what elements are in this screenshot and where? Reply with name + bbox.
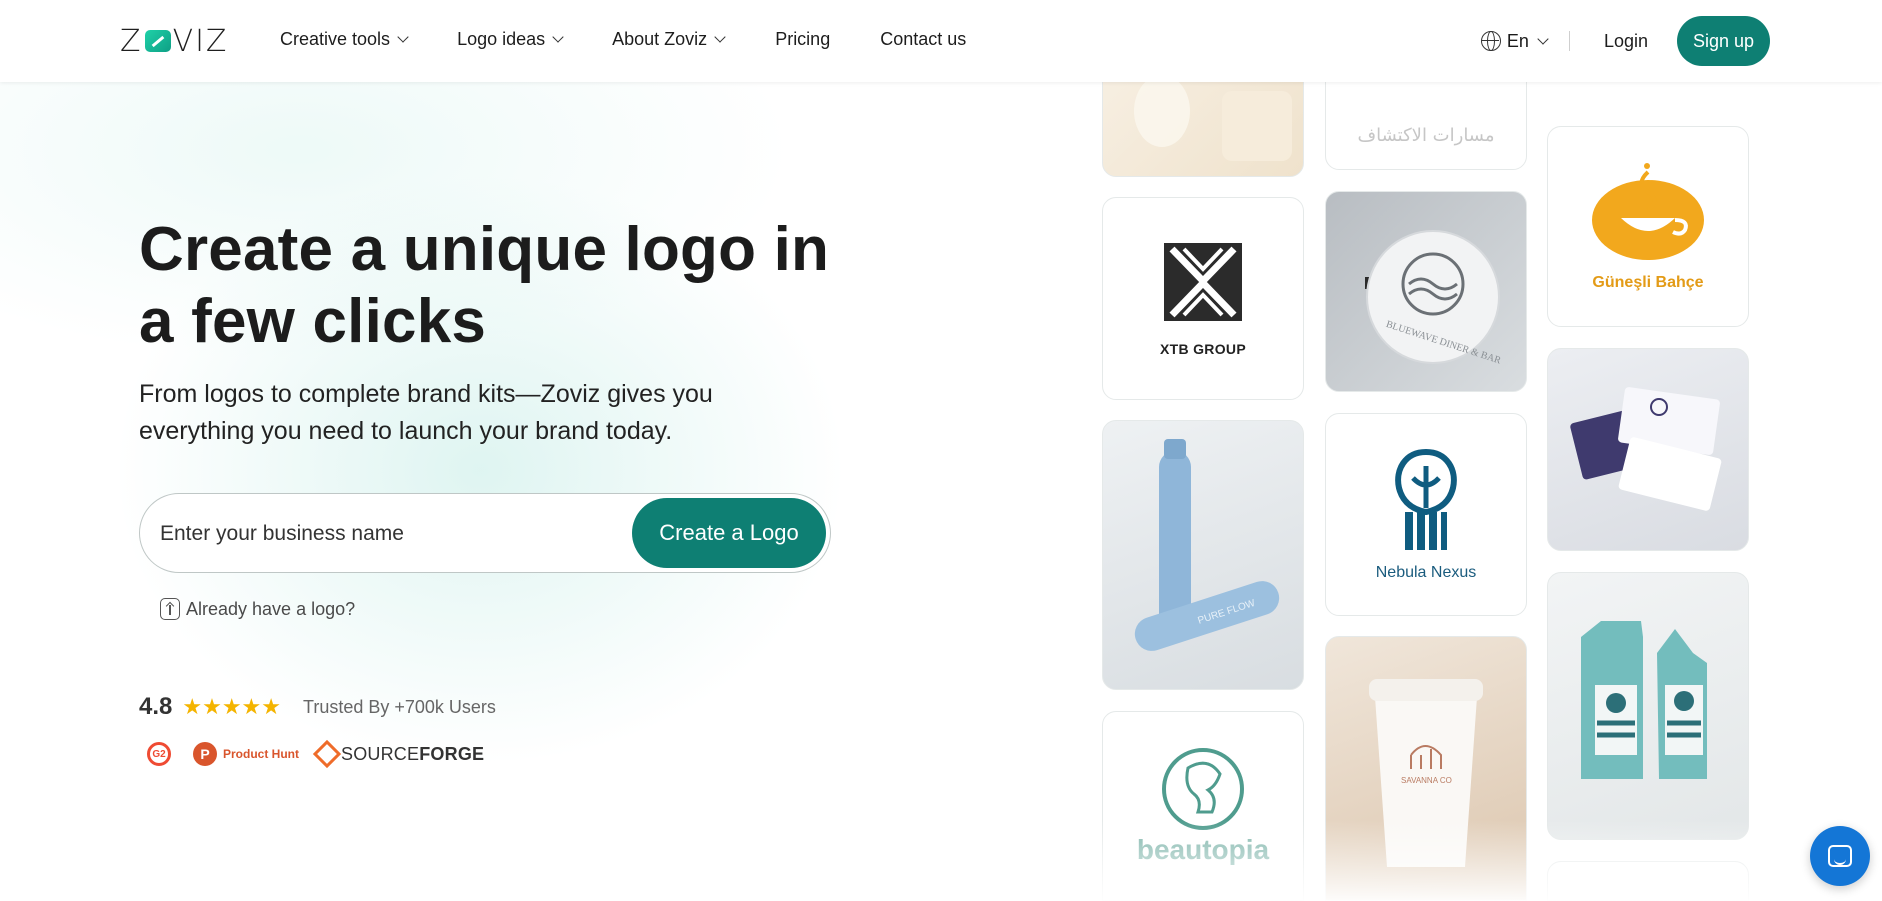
nav-label: About Zoviz — [612, 29, 708, 49]
coffee-cup-mockup-icon: SAVANNA CO — [1369, 679, 1483, 867]
rating-stars-icon: ★★★★★ — [182, 694, 281, 719]
xtb-label: XTB GROUP — [1160, 340, 1246, 357]
main-nav: Creative tools Logo ideas About Zoviz Pr… — [280, 29, 966, 50]
hero-section: Create a unique logo in a few clicks Fro… — [139, 214, 859, 450]
hero-title: Create a unique logo in a few clicks — [139, 215, 830, 356]
producthunt-badge[interactable]: P Product Hunt — [193, 742, 299, 766]
svg-text:SAVANNA CO: SAVANNA CO — [1401, 776, 1452, 785]
upload-file-icon — [160, 598, 180, 620]
gallery-card-product-mockup[interactable] — [1102, 70, 1304, 177]
beautopia-label: beautopia — [1136, 834, 1270, 865]
hero-subtitle: From logos to complete brand kits—Zoviz … — [139, 380, 713, 445]
business-name-input[interactable] — [160, 514, 600, 554]
business-cards-mockup-icon — [1570, 387, 1722, 511]
business-name-form: Create a Logo — [139, 493, 831, 573]
chevron-down-icon — [1537, 32, 1549, 45]
header-divider — [1568, 31, 1570, 51]
rating-value: 4.8 — [139, 693, 173, 720]
logo-letters: VIZ — [172, 23, 229, 59]
site-header: Z VIZ Creative tools Logo ideas About Zo… — [0, 0, 1882, 82]
producthunt-letter: P — [200, 746, 210, 762]
gallery-card-coffee-bags[interactable] — [1547, 572, 1749, 840]
coffee-bag-mockup-icon — [1581, 621, 1707, 779]
nav-label: Contact us — [880, 29, 967, 49]
gunesli-label: Güneşli Bahçe — [1592, 273, 1704, 291]
nav-about-zoviz[interactable]: About Zoviz — [612, 29, 726, 50]
login-link[interactable]: Login — [1604, 31, 1648, 52]
chevron-down-icon — [714, 31, 726, 43]
review-badges: G2 P Product Hunt SOURCEFORGE — [147, 739, 485, 769]
chat-support-button[interactable] — [1810, 826, 1870, 886]
already-have-logo-link[interactable]: Already have a logo? — [160, 598, 355, 620]
nav-label: Pricing — [775, 29, 831, 49]
create-logo-button[interactable]: Create a Logo — [632, 498, 826, 568]
beautopia-logo-icon — [1162, 748, 1244, 830]
gallery-card-xtb-group[interactable]: XTB GROUP — [1102, 197, 1304, 400]
nebula-tree-logo-icon — [1395, 448, 1457, 550]
gallery-card-beautopia[interactable]: beautopia — [1102, 711, 1304, 901]
nav-logo-ideas[interactable]: Logo ideas — [457, 29, 564, 50]
g2-label: G2 — [152, 748, 166, 760]
gallery-card-partial[interactable] — [1547, 861, 1749, 901]
product-shapes-icon — [1134, 75, 1292, 161]
gallery-card-nebula-nexus[interactable]: Nebula Nexus — [1325, 413, 1527, 616]
header-actions: En Login Sign up — [1480, 16, 1770, 66]
g2-badge-icon[interactable]: G2 — [147, 742, 171, 766]
globe-icon — [1480, 31, 1501, 51]
gallery-card-bluewave[interactable]: BLUEWAVE DINER & BAR — [1325, 191, 1527, 392]
have-logo-label: Already have a logo? — [186, 598, 356, 619]
chevron-down-icon — [397, 31, 409, 43]
gallery-card-arabic[interactable]: مسارات الاكتشاف — [1325, 70, 1527, 170]
sourceforge-label: SOURCEFORGE — [341, 743, 485, 764]
sourceforge-icon — [312, 739, 342, 769]
logo-letter: Z — [120, 23, 143, 59]
language-selector[interactable]: En — [1480, 30, 1549, 52]
producthunt-icon: P — [193, 742, 217, 766]
gallery-card-savanna-cup[interactable]: SAVANNA CO — [1325, 636, 1527, 901]
bluewave-sign-icon: BLUEWAVE DINER & BAR — [1365, 230, 1502, 367]
nav-pricing[interactable]: Pricing — [775, 29, 830, 50]
nav-contact-us[interactable]: Contact us — [880, 29, 966, 50]
gallery-card-pure-flow[interactable]: PURE FLOW — [1102, 420, 1304, 690]
rating-row: 4.8 ★★★★★ Trusted By +700k Users — [139, 693, 496, 721]
coffee-cup-logo-icon — [1592, 162, 1704, 260]
nebula-label: Nebula Nexus — [1375, 563, 1477, 581]
logo-mark-icon — [144, 30, 171, 52]
arabic-logo-label: مسارات الاكتشاف — [1357, 124, 1495, 146]
zoviz-logo[interactable]: Z VIZ — [120, 23, 229, 59]
chat-icon — [1828, 845, 1852, 867]
xtb-logo-icon — [1164, 242, 1242, 321]
bottle-mockup-icon: PURE FLOW — [1134, 439, 1280, 651]
language-label: En — [1506, 30, 1529, 51]
gallery-card-gunesli-bahce[interactable]: Güneşli Bahçe — [1547, 126, 1749, 327]
signup-button[interactable]: Sign up — [1677, 16, 1770, 66]
nav-label: Creative tools — [280, 29, 391, 49]
gallery-card-business-cards[interactable] — [1547, 348, 1749, 551]
nav-creative-tools[interactable]: Creative tools — [280, 29, 409, 50]
sourceforge-badge[interactable]: SOURCEFORGE — [312, 739, 485, 769]
chevron-down-icon — [552, 31, 564, 43]
trusted-by-text: Trusted By +700k Users — [303, 696, 496, 717]
nav-label: Logo ideas — [457, 29, 546, 49]
producthunt-label: Product Hunt — [223, 747, 299, 761]
